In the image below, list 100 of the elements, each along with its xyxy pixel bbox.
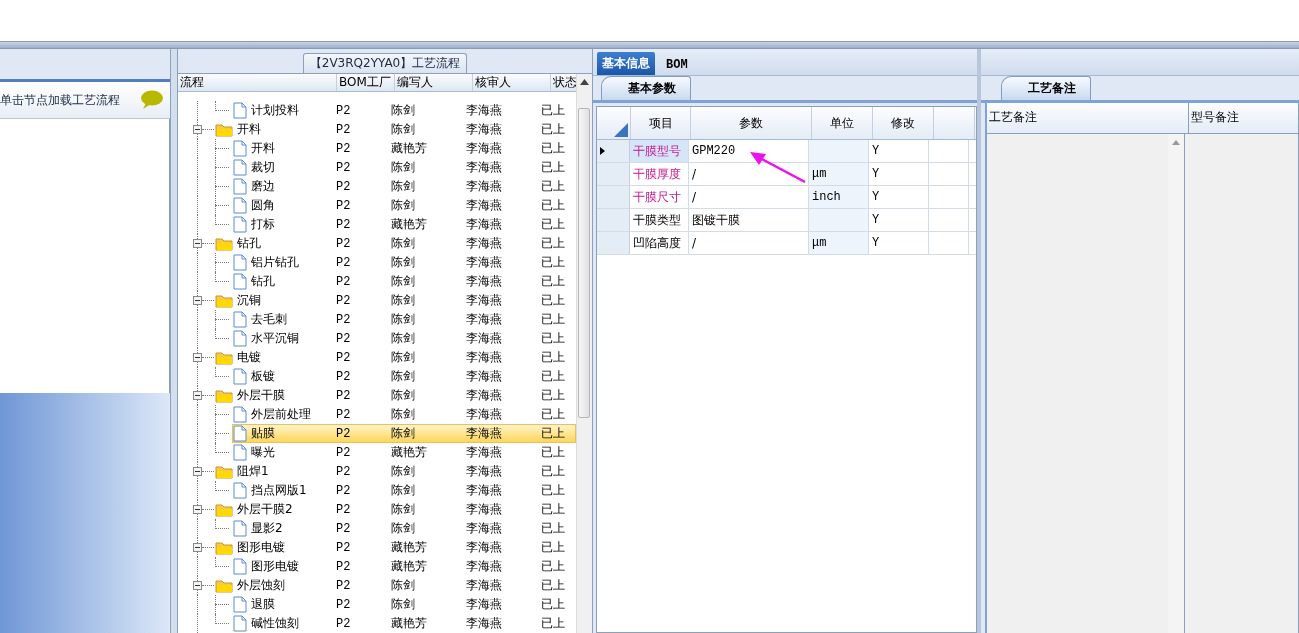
- table-cell-text: 陈剑: [390, 121, 416, 138]
- tree-node[interactable]: 水平沉铜 P2 陈剑 李海燕 已上: [232, 329, 576, 348]
- table-cell-text: 李海燕: [465, 387, 503, 404]
- table-cell: Y: [869, 186, 929, 208]
- table-cell-text: 已上: [540, 254, 566, 271]
- table-cell: 干膜尺寸: [633, 188, 681, 206]
- table-cell-text: 李海燕: [465, 539, 503, 556]
- tree-node[interactable]: 外层干膜 P2 陈剑 李海燕 已上: [214, 386, 576, 405]
- tree-node[interactable]: 外层蚀刻 P2 陈剑 李海燕 已上: [214, 576, 576, 595]
- table-cell-text: 已上: [540, 368, 566, 385]
- table-cell-text: P2: [335, 293, 352, 308]
- table-cell-text: 已上: [540, 444, 566, 461]
- table-cell-text: 陈剑: [390, 482, 416, 499]
- table-cell-text: 陈剑: [390, 102, 416, 119]
- table-cell-text: P2: [335, 217, 352, 232]
- table-cell-text: 陈剑: [390, 520, 416, 537]
- table-cell: μm: [809, 232, 869, 254]
- column-header[interactable]: 修改: [873, 107, 934, 139]
- table-cell: Y: [869, 163, 929, 185]
- table-cell: 干膜厚度: [633, 165, 681, 183]
- tree-node[interactable]: 钻孔 P2 陈剑 李海燕 已上: [232, 272, 576, 291]
- tree-node[interactable]: 开料 P2 藏艳芳 李海燕 已上: [232, 139, 576, 158]
- table-cell-text: 李海燕: [465, 235, 503, 252]
- column-header[interactable]: 流程: [178, 74, 337, 91]
- column-header[interactable]: 核审人: [473, 74, 551, 91]
- column-header[interactable]: BOM工厂: [337, 74, 395, 91]
- table-cell: Y: [869, 140, 929, 162]
- table-cell-text: 李海燕: [465, 520, 503, 537]
- tab[interactable]: 基本信息: [597, 52, 655, 75]
- tree-node[interactable]: 外层干膜2 P2 陈剑 李海燕 已上: [214, 500, 576, 519]
- tree-node[interactable]: 曝光 P2 藏艳芳 李海燕 已上: [232, 443, 576, 462]
- table-cell-text: 李海燕: [465, 425, 503, 442]
- table-cell-text: 陈剑: [390, 235, 416, 252]
- table-cell-text: P2: [335, 464, 352, 479]
- column-header[interactable]: 参数: [691, 107, 812, 139]
- table-cell-text: 李海燕: [465, 577, 503, 594]
- table-cell-text: 李海燕: [465, 330, 503, 347]
- table-cell-text: 李海燕: [465, 349, 503, 366]
- table-cell: Y: [869, 209, 929, 231]
- table-cell-text: 已上: [540, 406, 566, 423]
- table-cell-text: 藏艳芳: [390, 539, 428, 556]
- tree-node[interactable]: 裁切 P2 陈剑 李海燕 已上: [232, 158, 576, 177]
- table-cell-text: 李海燕: [465, 406, 503, 423]
- table-cell-text: 陈剑: [390, 159, 416, 176]
- table-cell-text: P2: [335, 483, 352, 498]
- table-cell-text: 已上: [540, 596, 566, 613]
- table-cell-text: 已上: [540, 482, 566, 499]
- tree-node[interactable]: 图形电镀 P2 藏艳芳 李海燕 已上: [214, 538, 576, 557]
- table-cell-text: 陈剑: [390, 178, 416, 195]
- tree-node[interactable]: 沉铜 P2 陈剑 李海燕 已上: [214, 291, 576, 310]
- table-cell-text: 陈剑: [390, 596, 416, 613]
- table-cell-text: 藏艳芳: [390, 558, 428, 575]
- table-cell-text: 陈剑: [390, 463, 416, 480]
- table-cell-text: P2: [335, 616, 352, 631]
- tree-node[interactable]: 板镀 P2 陈剑 李海燕 已上: [232, 367, 576, 386]
- tree-node[interactable]: 显影2 P2 陈剑 李海燕 已上: [232, 519, 576, 538]
- table-cell-text: P2: [335, 179, 352, 194]
- tab[interactable]: 基本参数: [601, 76, 691, 100]
- column-header[interactable]: 工艺备注: [987, 103, 1189, 133]
- table-cell-text: 李海燕: [465, 159, 503, 176]
- tree-node[interactable]: 电镀 P2 陈剑 李海燕 已上: [214, 348, 576, 367]
- table-cell-text: 李海燕: [465, 102, 503, 119]
- table-cell: inch: [809, 186, 869, 208]
- column-header[interactable]: 型号备注: [1189, 103, 1299, 133]
- table-cell-text: 已上: [540, 140, 566, 157]
- tab[interactable]: BOM: [661, 55, 693, 75]
- table-cell-text: 藏艳芳: [390, 216, 428, 233]
- table-cell-text: 陈剑: [390, 254, 416, 271]
- tree-node[interactable]: 图形电镀 P2 藏艳芳 李海燕 已上: [232, 557, 576, 576]
- tree-node[interactable]: 打标 P2 藏艳芳 李海燕 已上: [232, 215, 576, 234]
- tree-node[interactable]: 挡点网版1 P2 陈剑 李海燕 已上: [232, 481, 576, 500]
- tree-node[interactable]: 计划投料 P2 陈剑 李海燕 已上: [232, 101, 576, 120]
- tree-node[interactable]: 磨边 P2 陈剑 李海燕 已上: [232, 177, 576, 196]
- table-cell-text: 李海燕: [465, 596, 503, 613]
- column-header[interactable]: 项目: [631, 107, 691, 139]
- column-header[interactable]: 单位: [812, 107, 873, 139]
- tab[interactable]: 工艺备注: [1001, 76, 1091, 100]
- table-cell-text: 已上: [540, 121, 566, 138]
- tree-node[interactable]: 贴膜 P2 陈剑 李海燕 已上: [232, 424, 576, 443]
- table-cell-text: P2: [335, 388, 352, 403]
- column-header[interactable]: 编写人: [395, 74, 473, 91]
- tree-node[interactable]: 钻孔 P2 陈剑 李海燕 已上: [214, 234, 576, 253]
- tree-node[interactable]: 圆角 P2 陈剑 李海燕 已上: [232, 196, 576, 215]
- table-cell-text: 陈剑: [390, 406, 416, 423]
- tree-node[interactable]: 外层前处理 P2 陈剑 李海燕 已上: [232, 405, 576, 424]
- tree-node[interactable]: 退膜 P2 陈剑 李海燕 已上: [232, 595, 576, 614]
- table-cell-text: 李海燕: [465, 501, 503, 518]
- table-cell-text: P2: [335, 255, 352, 270]
- tree-node[interactable]: 碱性蚀刻 P2 藏艳芳 李海燕 已上: [232, 614, 576, 633]
- table-cell-text: 陈剑: [390, 197, 416, 214]
- table-cell-text: 已上: [540, 558, 566, 575]
- tree-node[interactable]: 阻焊1 P2 陈剑 李海燕 已上: [214, 462, 576, 481]
- table-cell-text: 已上: [540, 577, 566, 594]
- table-cell-text: P2: [335, 426, 352, 441]
- table-cell-text: 李海燕: [465, 178, 503, 195]
- tree-node[interactable]: 铝片钻孔 P2 陈剑 李海燕 已上: [232, 253, 576, 272]
- table-cell-text: 李海燕: [465, 558, 503, 575]
- tree-node[interactable]: 去毛刺 P2 陈剑 李海燕 已上: [232, 310, 576, 329]
- tree-node[interactable]: 开料 P2 陈剑 李海燕 已上: [214, 120, 576, 139]
- table-cell-text: 李海燕: [465, 197, 503, 214]
